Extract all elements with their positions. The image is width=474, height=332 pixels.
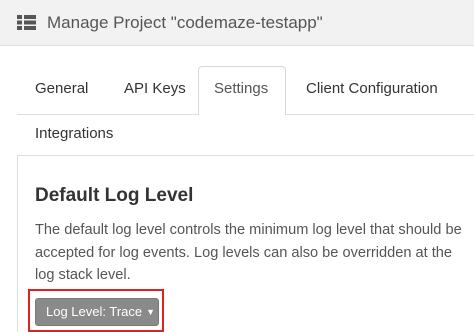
tab-general[interactable]: General [35, 79, 88, 99]
tab-settings[interactable]: Settings [214, 79, 268, 99]
section-title: Default Log Level [35, 185, 194, 206]
tab-api-keys[interactable]: API Keys [124, 79, 186, 99]
log-level-dropdown-button[interactable]: Log Level: Trace ▼ [35, 298, 159, 326]
page-header: Manage Project "codemaze-testapp" [0, 0, 474, 46]
log-level-button-label: Log Level: Trace [46, 304, 143, 319]
tab-divider [286, 114, 474, 115]
tab-client-configuration[interactable]: Client Configuration [306, 79, 438, 99]
list-icon [17, 15, 36, 30]
section-description: The default log level controls the minim… [35, 222, 462, 283]
tab-integrations[interactable]: Integrations [35, 124, 113, 144]
page: Manage Project "codemaze-testapp" Genera… [0, 0, 474, 332]
page-title: Manage Project "codemaze-testapp" [47, 13, 323, 32]
caret-down-icon: ▼ [146, 307, 156, 317]
tab-divider [17, 114, 198, 115]
